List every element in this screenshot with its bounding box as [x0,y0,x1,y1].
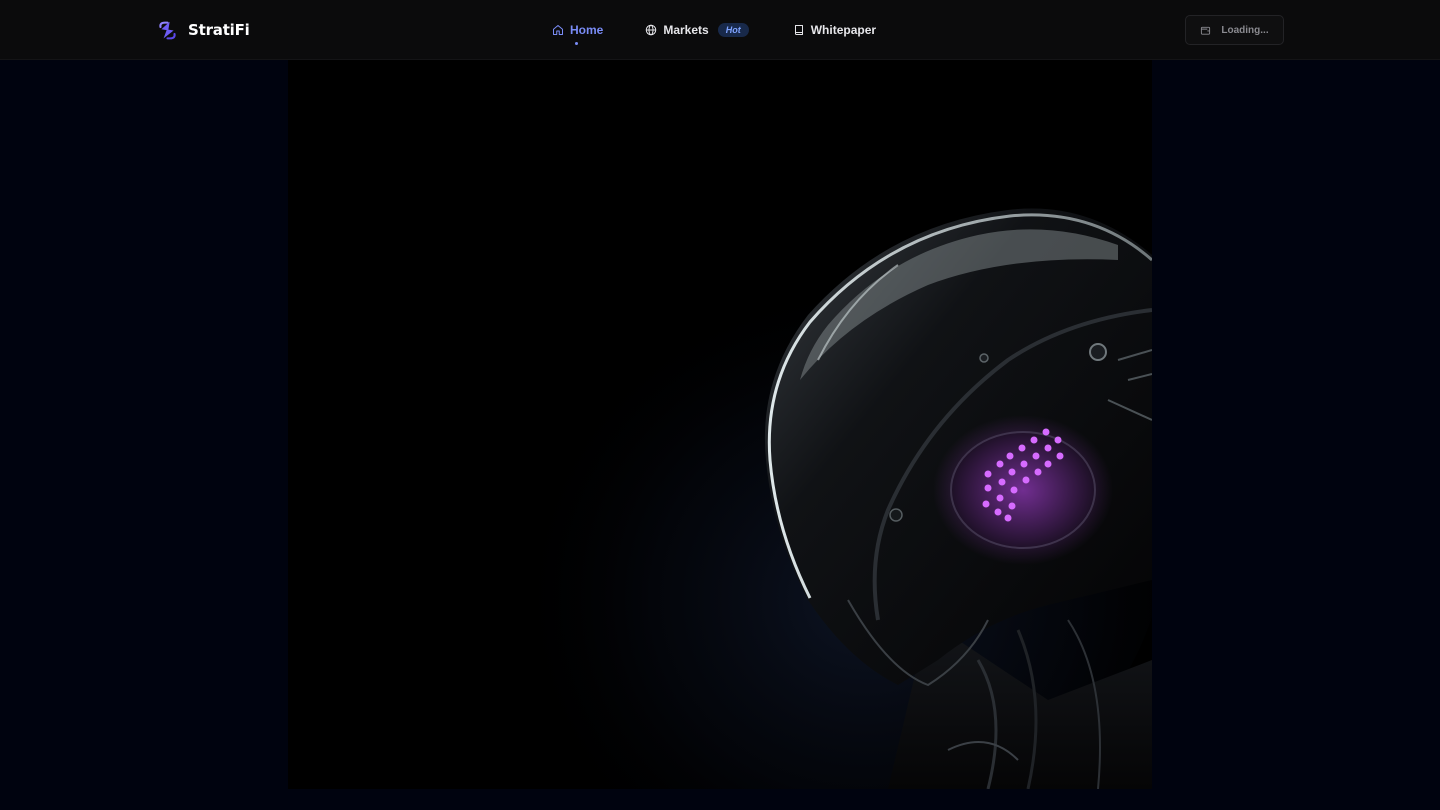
robot-helmet-illustration [288,60,1152,789]
nav-item-label: Whitepaper [810,23,877,37]
wallet-button-label: Loading... [1221,24,1269,36]
brand-name: StratiFi [188,21,250,39]
globe-icon [646,24,657,36]
hot-badge: Hot [717,23,749,37]
nav-item-home[interactable]: Home [552,23,604,45]
book-icon [794,25,803,35]
hero-image [288,60,1152,789]
nav-item-label: Markets [663,23,709,37]
stratifi-logo-icon [159,21,176,39]
main-nav: Home Markets Hot Whitepaper [552,20,876,45]
nav-item-label: Home [570,23,604,37]
nav-item-markets[interactable]: Markets Hot [645,23,749,37]
top-navigation-bar: StratiFi Home Markets Hot Whitepaper Loa… [0,0,1440,60]
nav-item-whitepaper[interactable]: Whitepaper [793,23,876,37]
wallet-icon [1201,26,1211,35]
connect-wallet-button[interactable]: Loading... [1185,15,1284,45]
home-icon [553,25,563,35]
active-indicator-dot [575,42,578,45]
brand-home-link[interactable]: StratiFi [157,18,250,42]
